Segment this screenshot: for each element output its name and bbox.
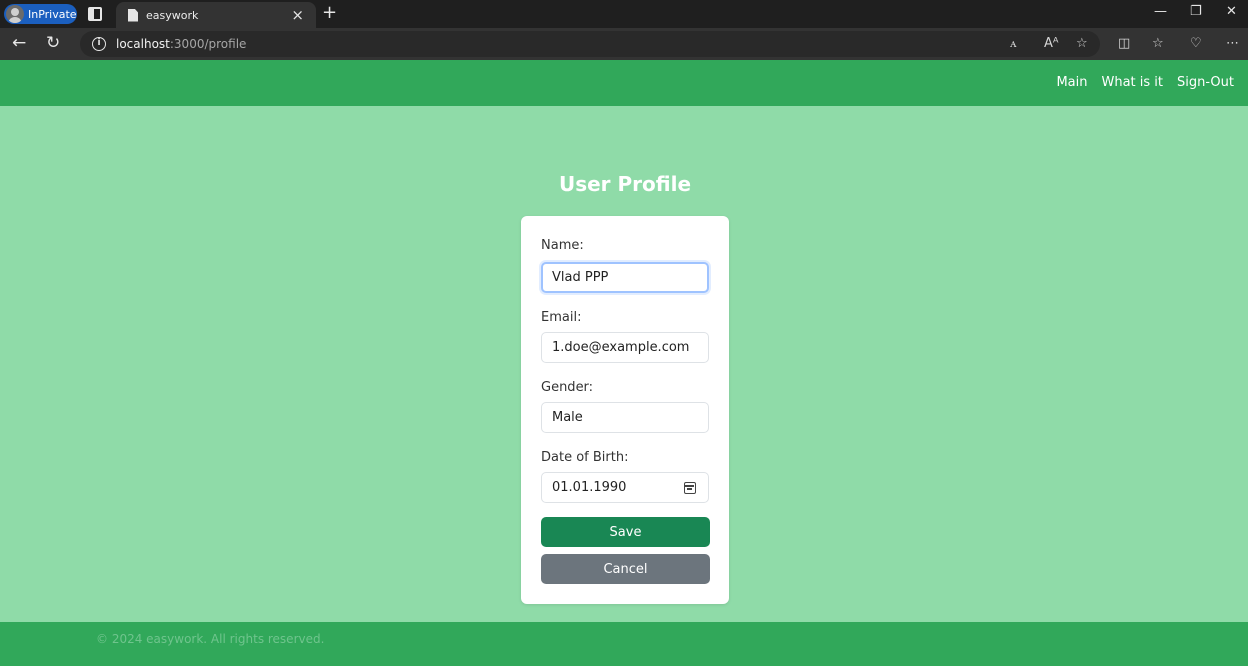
minimize-icon[interactable]: — [1154,4,1167,19]
new-tab-icon[interactable]: + [322,2,337,23]
info-icon[interactable]: i [92,37,106,51]
nav-link-sign-out[interactable]: Sign-Out [1177,75,1234,90]
email-label: Email: [541,310,582,325]
dob-label: Date of Birth: [541,450,629,465]
name-input[interactable]: Vlad PPP [541,262,709,293]
translate-icon[interactable]: ꭺ [1010,36,1017,51]
browser-tab-bar: InPrivate easywork × + — ❐ ✕ [0,0,1248,28]
browser-address-bar: ← ↻ i localhost :3000/profile ꭺ Aᴬ ☆ ◫ ☆… [0,28,1248,60]
name-value: Vlad PPP [552,270,609,285]
favorites-icon[interactable]: ☆ [1152,36,1164,51]
footer: © 2024 easywork. All rights reserved. [0,622,1248,666]
save-button[interactable]: Save [541,517,710,547]
window-close-icon[interactable]: ✕ [1226,4,1237,19]
gender-input[interactable]: Male [541,402,709,433]
nav-link-what-is-it[interactable]: What is it [1102,75,1164,90]
tab-close-icon[interactable]: × [291,6,304,24]
health-icon[interactable]: ♡ [1190,36,1202,51]
gender-value: Male [552,410,583,425]
favorite-icon[interactable]: ☆ [1076,36,1088,51]
cancel-button[interactable]: Cancel [541,554,710,584]
inprivate-label: InPrivate [28,7,77,21]
nav-links: Main What is it Sign-Out [1056,75,1234,90]
navbar: Main What is it Sign-Out [0,60,1248,106]
page-content: Main What is it Sign-Out User Profile Na… [0,60,1248,666]
name-label: Name: [541,238,584,253]
url-field[interactable]: i localhost :3000/profile [80,31,1100,57]
inprivate-badge[interactable]: InPrivate [4,4,77,24]
url-host: localhost [116,37,170,51]
tab-actions-icon[interactable] [88,7,102,21]
profile-form-card: Name: Vlad PPP Email: 1.doe@example.com … [521,216,729,604]
calendar-icon[interactable] [684,482,696,494]
dob-value: 01.01.1990 [552,480,627,495]
page-title: User Profile [558,172,692,196]
refresh-icon[interactable]: ↻ [46,33,60,53]
browser-tab[interactable]: easywork × [116,2,316,28]
nav-link-main[interactable]: Main [1056,75,1087,90]
url-path: :3000/profile [169,37,247,51]
gender-label: Gender: [541,380,594,395]
profile-avatar-icon [6,5,24,23]
tab-title: easywork [146,8,199,22]
restore-icon[interactable]: ❐ [1190,4,1202,19]
footer-text: © 2024 easywork. All rights reserved. [96,632,325,646]
email-input[interactable]: 1.doe@example.com [541,332,709,363]
more-icon[interactable]: ⋯ [1226,36,1239,51]
read-aloud-icon[interactable]: Aᴬ [1044,36,1059,51]
dob-input[interactable]: 01.01.1990 [541,472,709,503]
page-icon [128,8,138,22]
back-icon[interactable]: ← [12,33,26,53]
split-screen-icon[interactable]: ◫ [1118,36,1130,51]
email-value: 1.doe@example.com [552,340,690,355]
